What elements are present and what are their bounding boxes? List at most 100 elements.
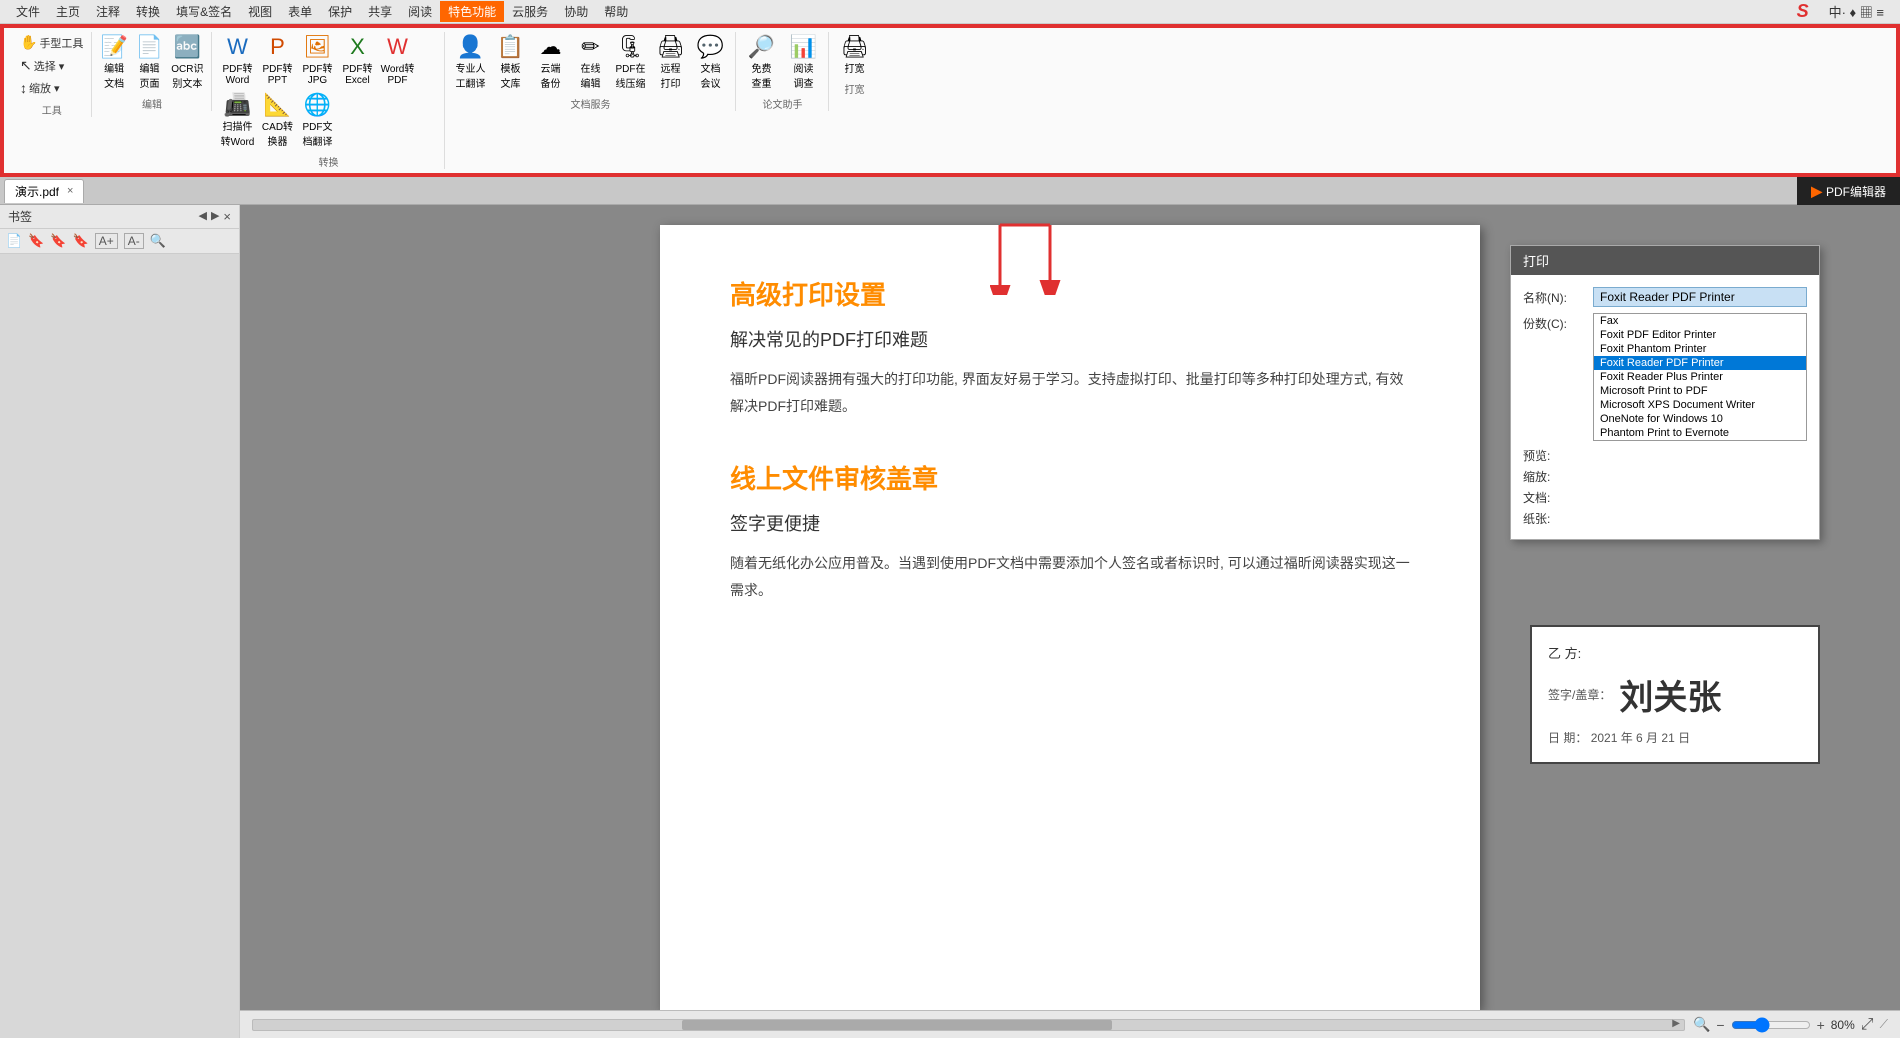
print-list-item-fax[interactable]: Fax	[1594, 314, 1806, 328]
sidebar-close-icon[interactable]: ×	[223, 209, 231, 224]
menu-item-comment[interactable]: 注释	[88, 1, 128, 22]
sidebar-tool-3[interactable]: 🔖	[50, 233, 66, 249]
expand-btn[interactable]: ⤢	[1861, 1016, 1874, 1034]
doc-meeting-btn[interactable]: 💬 文档会议	[691, 32, 729, 92]
print-group-label: 打宽	[835, 81, 873, 96]
online-edit-btn[interactable]: ✏ 在线编辑	[571, 32, 609, 92]
remote-print-btn[interactable]: 🖨 远程打印	[651, 32, 689, 92]
scroll-right-arrow[interactable]: ▶	[1672, 1018, 1680, 1029]
cloud-label: 云端备份	[540, 60, 560, 90]
tool-row-2: ↖ 选择 ▾	[16, 55, 87, 76]
sidebar-nav-next[interactable]: ▶	[211, 209, 219, 224]
scrollbar-thumb[interactable]	[682, 1020, 1111, 1030]
menu-item-assist[interactable]: 协助	[556, 1, 596, 22]
tab-filename: 演示.pdf	[15, 183, 59, 200]
word-to-pdf-btn[interactable]: W Word转PDF	[378, 32, 416, 88]
print-list-item-ms-pdf[interactable]: Microsoft Print to PDF	[1594, 384, 1806, 398]
print-list-item-reader-plus[interactable]: Foxit Reader Plus Printer	[1594, 370, 1806, 384]
scan-to-word-btn[interactable]: 📠 扫描件转Word	[218, 90, 256, 150]
menu-item-sign[interactable]: 填写&签名	[168, 1, 240, 22]
menu-item-convert[interactable]: 转换	[128, 1, 168, 22]
print-wide-btn[interactable]: 🖨 打宽	[835, 32, 873, 77]
print-list-item-editor[interactable]: Foxit PDF Editor Printer	[1594, 328, 1806, 342]
sidebar-tool-4[interactable]: 🔖	[73, 233, 89, 249]
edit-doc-btn[interactable]: 📝 编辑文档	[98, 32, 129, 92]
scan-icon: 📠	[224, 92, 251, 118]
tab-close-btn[interactable]: ×	[67, 185, 73, 197]
print-list-item-reader-selected[interactable]: Foxit Reader PDF Printer	[1594, 356, 1806, 370]
print-preview-label: 预览:	[1523, 447, 1593, 464]
print-name-input[interactable]	[1593, 287, 1807, 307]
ribbon-group-print: 🖨 打宽 打宽	[829, 32, 879, 96]
sidebar-tool-search[interactable]: 🔍	[150, 233, 166, 249]
sidebar-tool-fontbig[interactable]: A+	[95, 233, 118, 249]
print-name-label: 名称(N):	[1523, 289, 1593, 306]
print-dialog-body: 名称(N): 份数(C): Fax Foxit PDF Editor Print…	[1511, 275, 1819, 539]
hand-icon: ✋	[20, 34, 37, 51]
sidebar-title: 书签	[8, 208, 32, 225]
menu-item-file[interactable]: 文件	[8, 1, 48, 22]
sidebar-tool-1[interactable]: 📄	[6, 233, 22, 249]
pdf-to-ppt-btn[interactable]: P PDF转PPT	[258, 32, 296, 88]
bottom-bar: ▶ 🔍 − + 80% ⤢ ⟋	[240, 1010, 1900, 1038]
signature-label-row: 签字/盖章： 刘关张	[1548, 670, 1802, 719]
menu-item-view[interactable]: 视图	[240, 1, 280, 22]
zoom-tool-label: 缩放 ▾	[29, 80, 60, 96]
menu-item-share[interactable]: 共享	[360, 1, 400, 22]
pdf-translate-btn[interactable]: 🌐 PDF文档翻译	[298, 90, 336, 150]
pro-translate-btn[interactable]: 👤 专业人工翻译	[451, 32, 489, 92]
menu-item-home[interactable]: 主页	[48, 1, 88, 22]
template-btn[interactable]: 📋 模板文库	[491, 32, 529, 92]
tool-row-1: ✋ 手型工具	[16, 32, 87, 53]
ocr-btn[interactable]: 🔤 OCR识别文本	[169, 32, 205, 92]
print-list-item-evernote[interactable]: Phantom Print to Evernote	[1594, 426, 1806, 440]
sidebar-tool-2[interactable]: 🔖	[28, 233, 44, 249]
print-preview-row: 预览:	[1523, 447, 1807, 464]
read-survey-btn[interactable]: 📊 阅读调查	[784, 32, 822, 92]
menu-item-special[interactable]: 特色功能	[440, 1, 504, 22]
ribbon: ✋ 手型工具 ↖ 选择 ▾ ↕ 缩放 ▾ 工具	[2, 26, 1898, 175]
pdf-to-jpg-btn[interactable]: 🖼 PDF转JPG	[298, 32, 336, 88]
compress-btn[interactable]: 🗜 PDF在线压缩	[611, 32, 649, 92]
ocr-icon: 🔤	[174, 34, 201, 60]
print-doc-label: 文档:	[1523, 489, 1593, 506]
free-check-btn[interactable]: 🔎 免费查重	[742, 32, 780, 92]
menu-item-read[interactable]: 阅读	[400, 1, 440, 22]
hand-tool-btn[interactable]: ✋ 手型工具	[16, 32, 87, 53]
signature-box: 乙 方: 签字/盖章： 刘关张 日 期： 2021 年 6 月 21 日	[1530, 625, 1820, 764]
print-zoom-label: 缩放:	[1523, 468, 1593, 485]
online-edit-icon: ✏	[581, 34, 599, 60]
cad-converter-btn[interactable]: 📐 CAD转换器	[258, 90, 296, 150]
edit-doc-icon: 📝	[100, 34, 127, 60]
pdf-to-excel-btn[interactable]: X PDF转Excel	[338, 32, 376, 88]
cloud-backup-btn[interactable]: ☁ 云端备份	[531, 32, 569, 92]
menu-item-help[interactable]: 帮助	[596, 1, 636, 22]
menu-item-cloud[interactable]: 云服务	[504, 1, 556, 22]
pdf-to-word-btn[interactable]: W PDF转Word	[218, 32, 256, 88]
select-tool-btn[interactable]: ↖ 选择 ▾	[16, 55, 68, 76]
pdf-word-label: PDF转Word	[222, 60, 252, 86]
edit-group-label: 编辑	[98, 96, 205, 111]
zoom-value: 80%	[1831, 1018, 1855, 1032]
zoom-out-btn[interactable]: 🔍	[1693, 1016, 1710, 1033]
print-list-item-phantom[interactable]: Foxit Phantom Printer	[1594, 342, 1806, 356]
print-list-item-onenote[interactable]: OneNote for Windows 10	[1594, 412, 1806, 426]
pdf-editor-badge: ▶ PDF编辑器	[1797, 177, 1900, 205]
zoom-controls: 🔍 − + 80% ⤢ ⟋	[1693, 1016, 1888, 1034]
menu-bar: 文件 主页 注释 转换 填写&签名 视图 表单 保护 共享 阅读 特色功能 云服…	[0, 0, 1900, 24]
menu-item-protect[interactable]: 保护	[320, 1, 360, 22]
print-list: Fax Foxit PDF Editor Printer Foxit Phant…	[1593, 313, 1807, 441]
sidebar-nav-prev[interactable]: ◀	[198, 209, 206, 224]
zoom-minus-btn[interactable]: −	[1716, 1017, 1724, 1033]
sidebar-tool-fontsmall[interactable]: A-	[124, 233, 144, 249]
pdf-tab[interactable]: 演示.pdf ×	[4, 179, 84, 203]
sidebar: 书签 ◀ ▶ × 📄 🔖 🔖 🔖 A+ A- 🔍 📄 🔖 📑 💬	[0, 205, 240, 1038]
zoom-plus-btn[interactable]: +	[1817, 1017, 1825, 1033]
zoom-tool-btn[interactable]: ↕ 缩放 ▾	[16, 78, 64, 98]
horizontal-scrollbar[interactable]: ▶	[252, 1019, 1685, 1031]
print-list-item-xps[interactable]: Microsoft XPS Document Writer	[1594, 398, 1806, 412]
edit-page-btn[interactable]: 📄 编辑页面	[134, 32, 165, 92]
menu-item-form[interactable]: 表单	[280, 1, 320, 22]
zoom-slider[interactable]	[1731, 1017, 1811, 1033]
print-list-container: Fax Foxit PDF Editor Printer Foxit Phant…	[1593, 313, 1807, 441]
